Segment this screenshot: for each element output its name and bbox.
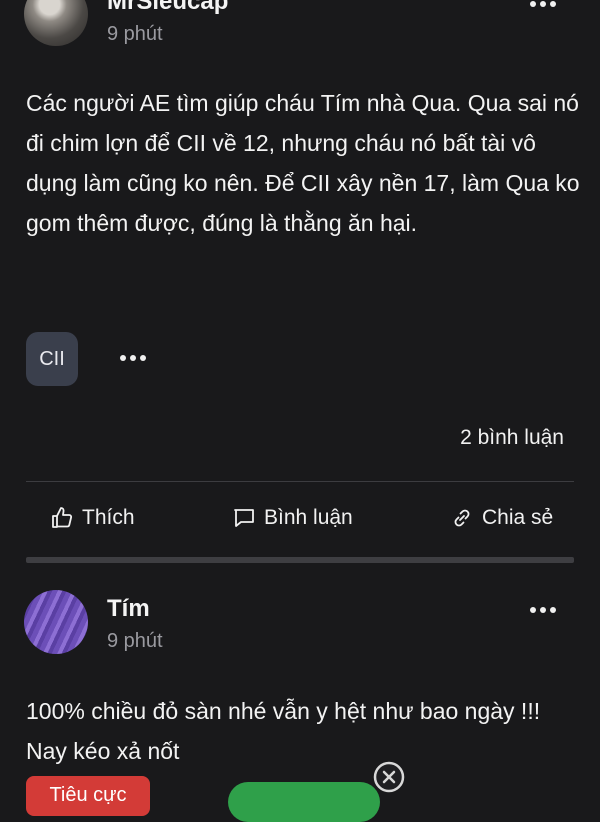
- share-button[interactable]: Chia sẻ: [450, 506, 553, 530]
- post2-time: 9 phút: [107, 630, 163, 652]
- more-icon[interactable]: [530, 607, 558, 615]
- tag-cii[interactable]: CII: [26, 332, 78, 386]
- divider: [26, 481, 574, 482]
- post1-author[interactable]: MrSieucap: [107, 0, 228, 16]
- more-icon[interactable]: [120, 355, 148, 363]
- post1-text: Các người AE tìm giúp cháu Tím nhà Qua. …: [26, 90, 580, 236]
- avatar-post1[interactable]: [24, 0, 88, 46]
- avatar-post2[interactable]: [24, 590, 88, 654]
- close-icon[interactable]: [372, 760, 406, 794]
- like-label: Thích: [82, 506, 135, 529]
- post2-author[interactable]: Tím: [107, 595, 150, 623]
- like-button[interactable]: Thích: [50, 506, 135, 530]
- negative-badge[interactable]: Tiêu cực: [26, 776, 150, 816]
- comment-button[interactable]: Bình luận: [232, 506, 353, 530]
- post2-text: 100% chiều đỏ sàn nhé vẫn y hệt như bao …: [26, 698, 541, 764]
- post1-time: 9 phút: [107, 23, 163, 45]
- comment-count[interactable]: 2 bình luận: [460, 426, 564, 450]
- chat-bubble-icon: [234, 509, 254, 527]
- thumbs-up-icon: [52, 507, 73, 528]
- green-action-button[interactable]: [228, 782, 380, 822]
- share-label: Chia sẻ: [482, 506, 554, 529]
- post-separator: [26, 557, 574, 563]
- link-icon: [454, 509, 470, 527]
- comment-label: Bình luận: [264, 506, 353, 529]
- more-icon[interactable]: [530, 1, 558, 9]
